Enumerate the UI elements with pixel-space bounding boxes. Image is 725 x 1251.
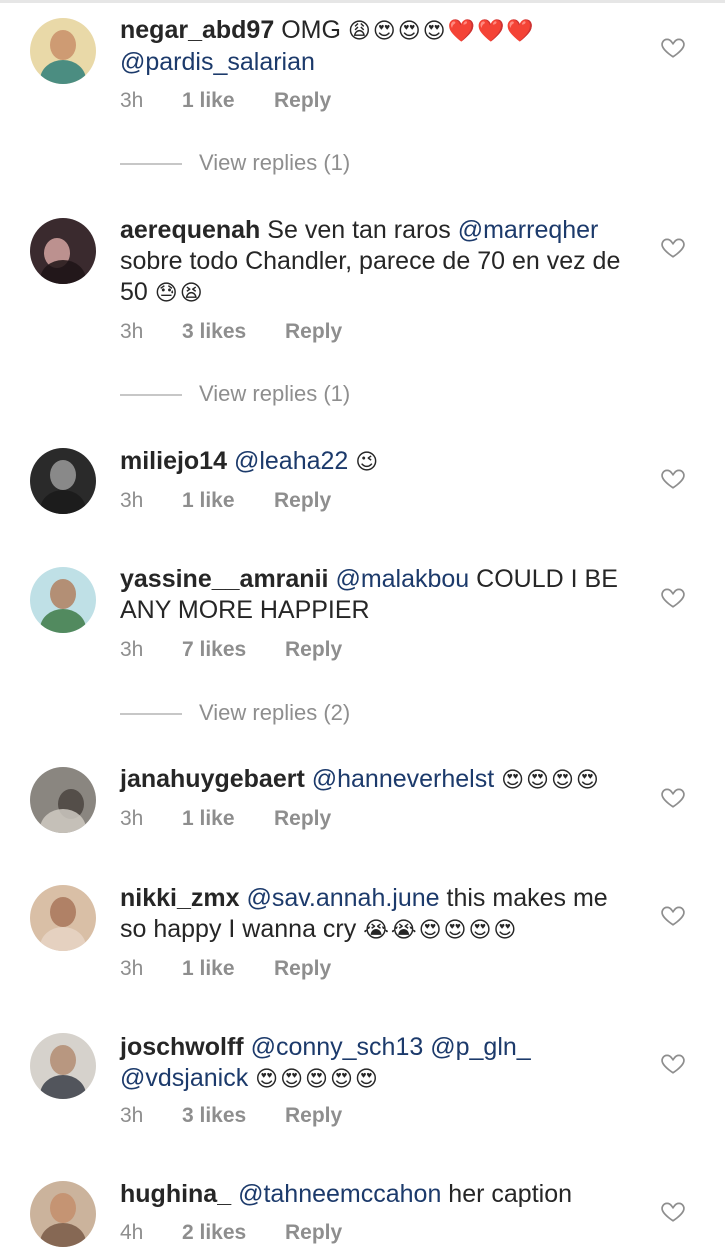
comment-emoji: 😩😍😍😍❤️❤️❤️ (347, 19, 536, 44)
comment-time: 3h (120, 638, 144, 661)
like-heart-icon[interactable] (660, 584, 686, 610)
comment-username[interactable]: janahuygebaert (120, 765, 305, 793)
reply-button[interactable]: Reply (285, 318, 342, 346)
avatar[interactable] (30, 1033, 96, 1099)
comment-text: COULD I BE (469, 565, 618, 593)
comment-text: this makes me (439, 884, 608, 912)
comment-emoji: 😓😫 (154, 281, 205, 306)
like-heart-icon[interactable] (660, 902, 686, 928)
comment-likes[interactable]: 1 like (182, 955, 235, 983)
comment-text-line2: sobre todo Chandler, parece de 70 en vez… (120, 247, 621, 275)
avatar[interactable] (30, 767, 96, 833)
comment-mention[interactable]: @malakbou (335, 565, 469, 593)
reply-button[interactable]: Reply (274, 87, 331, 115)
like-heart-icon[interactable] (660, 784, 686, 810)
comment-likes[interactable]: 1 like (182, 805, 235, 833)
comment-likes[interactable]: 1 like (182, 487, 235, 515)
comment-likes[interactable]: 3 likes (182, 1102, 246, 1130)
comment-mention[interactable]: @conny_sch13 (251, 1033, 424, 1061)
reply-button[interactable]: Reply (274, 487, 331, 515)
comment-time: 3h (120, 89, 144, 112)
comment-emoji: 😍😍😍😍😍 (255, 1067, 380, 1092)
comment-text-line2: so happy I wanna cry (120, 915, 364, 943)
view-replies-label[interactable]: View replies (2) (199, 698, 350, 728)
comment-username[interactable]: aerequenah (120, 216, 260, 244)
comment-emoji: 😭😭😍😍😍😍 (363, 918, 519, 943)
comment-time: 3h (120, 489, 144, 512)
comment-username[interactable]: yassine__amranii (120, 565, 328, 593)
view-replies-label[interactable]: View replies (1) (199, 148, 350, 178)
comment-emoji: 😉 (355, 450, 381, 475)
comment-username[interactable]: miliejo14 (120, 447, 227, 475)
avatar[interactable] (30, 885, 96, 951)
reply-button[interactable]: Reply (274, 805, 331, 833)
comment-mention[interactable]: @marreqher (458, 216, 599, 244)
reply-button[interactable]: Reply (274, 955, 331, 983)
reply-button[interactable]: Reply (285, 1219, 342, 1247)
comment-time: 3h (120, 957, 144, 980)
like-heart-icon[interactable] (660, 234, 686, 260)
comment-text-line3: 50 (120, 278, 155, 306)
comment-username[interactable]: nikki_zmx (120, 884, 240, 912)
comment-username[interactable]: hughina_ (120, 1180, 231, 1208)
comment-time: 3h (120, 807, 144, 830)
reply-button[interactable]: Reply (285, 1102, 342, 1130)
comment-mention[interactable]: @sav.annah.june (246, 884, 439, 912)
like-heart-icon[interactable] (660, 1198, 686, 1224)
comment-text: OMG (281, 16, 348, 44)
comment-text: Se ven tan raros (267, 216, 458, 244)
comment-mention[interactable]: @pardis_salarian (120, 48, 315, 76)
like-heart-icon[interactable] (660, 465, 686, 491)
comment-text: her caption (441, 1180, 572, 1208)
comment-mention[interactable]: @hanneverhelst (312, 765, 494, 793)
comment-time: 3h (120, 320, 144, 343)
comment-time: 4h (120, 1221, 144, 1244)
avatar[interactable] (30, 218, 96, 284)
like-heart-icon[interactable] (660, 34, 686, 60)
avatar[interactable] (30, 1181, 96, 1247)
comment-time: 3h (120, 1104, 144, 1127)
comment-username[interactable]: negar_abd97 (120, 16, 274, 44)
comment-mention[interactable]: @tahneemccahon (238, 1180, 441, 1208)
avatar[interactable] (30, 567, 96, 633)
view-replies-label[interactable]: View replies (1) (199, 379, 350, 409)
comment-mention[interactable]: @leaha22 (234, 447, 348, 475)
like-heart-icon[interactable] (660, 1050, 686, 1076)
comment-likes[interactable]: 3 likes (182, 318, 246, 346)
avatar[interactable] (30, 448, 96, 514)
comment-likes[interactable]: 7 likes (182, 636, 246, 664)
comment-emoji: 😍😍😍😍 (501, 768, 601, 793)
avatar[interactable] (30, 18, 96, 84)
comment-text-line2: ANY MORE HAPPIER (120, 596, 370, 624)
comment-mention[interactable]: @vdsjanick (120, 1064, 248, 1092)
comment-likes[interactable]: 1 like (182, 87, 235, 115)
comment-username[interactable]: joschwolff (120, 1033, 244, 1061)
reply-button[interactable]: Reply (285, 636, 342, 664)
comment-likes[interactable]: 2 likes (182, 1219, 246, 1247)
top-divider (0, 0, 725, 3)
comment-mention[interactable]: @p_gln_ (430, 1033, 530, 1061)
